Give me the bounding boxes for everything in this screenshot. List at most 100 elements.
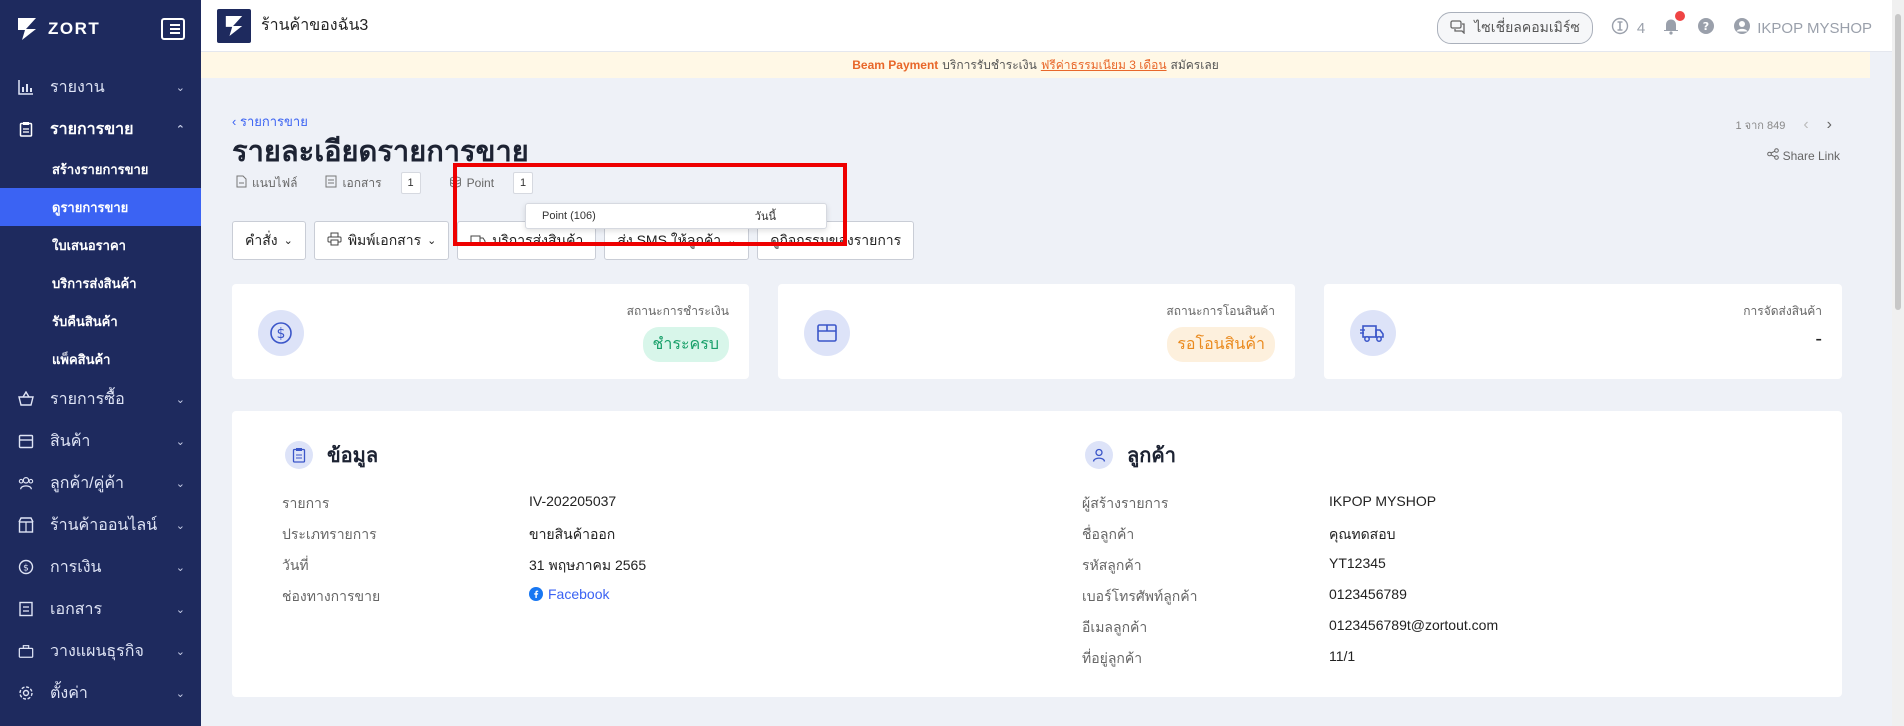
coins-icon [449,176,462,191]
scrollbar-thumb[interactable] [1895,14,1901,310]
sidebar-item-label: ลูกค้า/คู่ค้า [50,474,125,492]
sidebar-subitem-view-sales[interactable]: ดูรายการขาย [0,188,201,226]
brand-logo[interactable]: ZORT [16,16,100,42]
chevron-down-icon: ⌄ [175,477,185,490]
print-label: พิมพ์เอกสาร [347,231,422,248]
brand-name: ZORT [48,19,101,38]
bar-chart-icon [18,79,34,95]
banner-promo-link[interactable]: ฟรีค่าธรรมเนียม 3 เดือน [1041,56,1167,75]
breadcrumb-sales: รายการขาย [239,114,308,129]
sidebar-item-purchases[interactable]: รายการซื้อ ⌄ [0,378,201,420]
tab-label: แนบไฟล์ [252,175,298,190]
sms-label: ส่ง SMS ให้ลูกค้า [617,231,722,248]
gear-icon [18,685,34,701]
print-documents-button[interactable]: พิมพ์เอกสาร ⌄ [313,221,450,260]
briefcase-icon [18,643,34,659]
info-section-header: ข้อมูล [285,439,378,471]
field-value: 0123456789t@zortout.com [1329,617,1499,633]
sidebar-subitem-quotation[interactable]: ใบเสนอราคา [0,226,201,264]
tab-documents[interactable]: เอกสาร 1 [325,172,421,194]
sidebar-item-settings[interactable]: ตั้งค่า ⌄ [0,672,201,714]
chevron-down-icon: ⌄ [727,235,737,247]
box-icon [18,433,34,449]
sales-channel-value[interactable]: Facebook [529,586,609,602]
document-icon [18,601,34,617]
sidebar-subitem-packing[interactable]: แพ็คสินค้า [0,340,201,378]
sidebar-subitem-create-sale[interactable]: สร้างรายการขาย [0,150,201,188]
field-label: เบอร์โทรศัพท์ลูกค้า [1082,588,1198,604]
notification-button[interactable] [1663,11,1686,39]
info-count: 4 [1636,19,1646,37]
sidebar: ZORT รายงาน ⌄ รายการขาย ⌃ สร้างรายการขาย… [0,0,201,726]
help-icon[interactable]: ? [1697,17,1715,39]
svg-text:$: $ [23,564,29,574]
delivery-status-label: การจัดส่งสินค้า [1743,304,1822,318]
shop-name[interactable]: ร้านค้าของฉัน3 [261,13,368,38]
delivery-status-value: - [1815,328,1822,350]
field-value: 31 พฤษภาคม 2565 [529,557,647,573]
notification-dot [1675,11,1686,21]
sidebar-item-finance[interactable]: $ การเงิน ⌄ [0,546,201,588]
shop-logo-icon[interactable] [217,8,251,43]
info-section-title: ข้อมูล [327,445,379,467]
payment-status-badge: ชำระครบ [642,327,729,362]
info-counter[interactable]: 4 [1611,17,1645,39]
share-icon [1766,148,1779,163]
users-icon [18,475,34,491]
chevron-left-icon: ‹ [232,114,237,129]
field-label: ผู้สร้างรายการ [1082,495,1169,511]
chevron-down-icon: ⌄ [175,645,185,658]
customer-section-header: ลูกค้า [1085,439,1176,471]
tab-point[interactable]: Point 1 [449,172,534,194]
field-label: รหัสลูกค้า [1082,557,1142,573]
share-link-button[interactable]: Share Link [1766,148,1840,163]
user-menu[interactable]: IKPOP MYSHOP [1733,17,1872,39]
point-dropdown-item[interactable]: Point (106) [542,210,596,222]
sidebar-item-documents[interactable]: เอกสาร ⌄ [0,588,201,630]
chevron-down-icon: ⌄ [175,687,185,700]
store-icon [18,517,34,533]
command-button[interactable]: คำสั่ง ⌄ [232,221,306,260]
customer-name-link[interactable]: คุณทดสอบ [1329,524,1396,546]
user-avatar-icon [1733,17,1751,39]
sidebar-item-reports[interactable]: รายงาน ⌄ [0,66,201,108]
chat-icon [1450,19,1466,37]
sidebar-item-online-store[interactable]: ร้านค้าออนไลน์ ⌄ [0,504,201,546]
page-scrollbar[interactable] [1892,0,1904,726]
field-label: ช่องทางการขาย [282,588,381,604]
sidebar-item-label: ตั้งค่า [50,684,88,702]
chevron-left-icon[interactable]: ‹ [1803,116,1808,134]
field-value: 0123456789 [1329,586,1407,602]
tab-attach-file[interactable]: แนบไฟล์ [236,174,297,193]
field-value: 11/1 [1329,648,1356,664]
chevron-down-icon: ⌄ [175,603,185,616]
sidebar-header: ZORT [0,0,201,58]
social-commerce-button[interactable]: ไซเชี่ยลคอมเมิร์ซ [1437,12,1593,44]
field-label: ประเภทรายการ [282,526,377,542]
sidebar-item-customers[interactable]: ลูกค้า/คู่ค้า ⌄ [0,462,201,504]
field-label: รายการ [282,495,330,511]
sidebar-subitem-returns[interactable]: รับคืนสินค้า [0,302,201,340]
truck-icon [470,233,486,249]
menu-toggle-icon[interactable] [161,18,185,40]
transfer-status-badge: รอโอนสินค้า [1167,327,1275,362]
sidebar-item-label: การเงิน [50,558,102,576]
dollar-coin-icon: $ [258,310,304,356]
field-value: IV-202205037 [529,493,617,509]
shipping-label: บริการส่งสินค้า [492,231,584,248]
delivery-status-card: การจัดส่งสินค้า - [1324,284,1842,379]
sidebar-item-sales[interactable]: รายการขาย ⌃ [0,108,201,150]
paperclip-file-icon [236,175,247,191]
facebook-icon [529,587,543,601]
transfer-status-label: สถานะการโอนสินค้า [1166,304,1275,318]
sidebar-subitem-shipping[interactable]: บริการส่งสินค้า [0,264,201,302]
field-value: YT12345 [1329,555,1386,571]
tab-label: เอกสาร [342,175,382,190]
chevron-right-icon[interactable]: › [1827,116,1832,134]
sidebar-item-planning[interactable]: วางแผนธุรกิจ ⌄ [0,630,201,672]
banner-cta[interactable]: สมัครเลย [1171,56,1219,75]
transfer-status-card: สถานะการโอนสินค้า รอโอนสินค้า [778,284,1295,379]
sidebar-item-label: ร้านค้าออนไลน์ [50,516,158,534]
chevron-down-icon: ⌄ [175,435,185,448]
sidebar-item-products[interactable]: สินค้า ⌄ [0,420,201,462]
